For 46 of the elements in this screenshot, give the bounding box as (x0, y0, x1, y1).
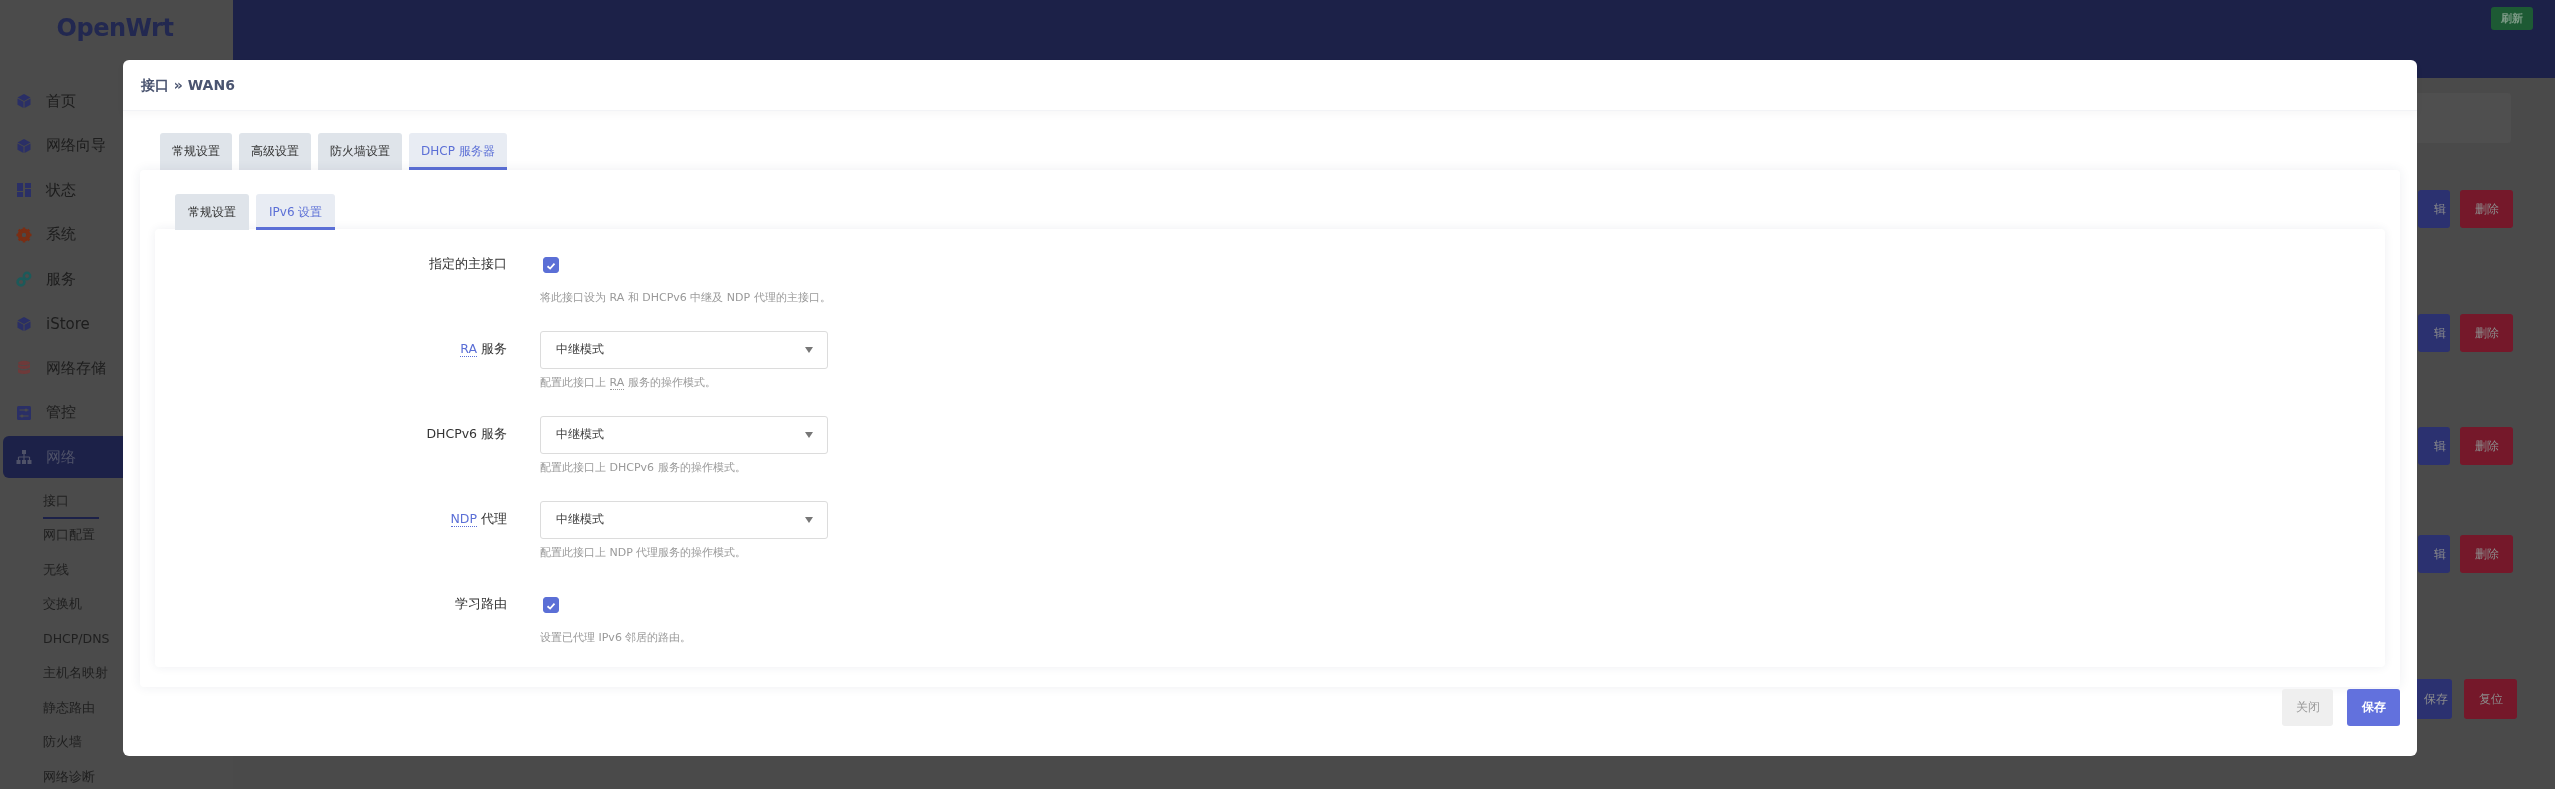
field-label: 指定的主接口 (428, 256, 507, 273)
cube-icon (16, 93, 32, 109)
cube-icon (16, 137, 32, 154)
help-text: 将此接口设为 RA 和 DHCPv6 中继及 NDP 代理的主接口。 (540, 289, 832, 306)
select-field[interactable]: 中继模式 (540, 500, 828, 539)
delete-button[interactable]: 删除 (2460, 314, 2513, 352)
database-icon (16, 360, 32, 376)
tab[interactable]: 防火墙设置 (318, 133, 402, 170)
caret-icon (805, 346, 813, 353)
sitemap-icon (16, 449, 32, 465)
dashboard-icon (16, 182, 32, 198)
close-button[interactable]: 关闭 (2282, 688, 2333, 726)
tab[interactable]: 常规设置 (160, 133, 232, 170)
edit-button[interactable]: 辑 (2418, 427, 2450, 465)
edit-button[interactable]: 辑 (2418, 535, 2450, 573)
gear-icon (16, 226, 32, 243)
field-label: DHCPv6 服务 (425, 426, 507, 443)
edit-button[interactable]: 辑 (2418, 314, 2450, 352)
modal-title: 接口 » WAN6 (123, 60, 2417, 111)
help-text: 配置此接口上 DHCPv6 服务的操作模式。 (540, 459, 747, 476)
delete-button[interactable]: 删除 (2460, 190, 2513, 228)
checkbox[interactable] (543, 256, 559, 273)
gears-icon (16, 271, 32, 287)
field-label: RA 服务 (459, 341, 507, 358)
checkbox[interactable] (543, 596, 559, 613)
sliders-icon (16, 404, 32, 421)
select-field[interactable]: 中继模式 (540, 415, 828, 454)
field-label: 学习路由 (454, 596, 507, 613)
edit-button[interactable]: 辑 (2418, 190, 2450, 228)
tab[interactable]: DHCP 服务器 (409, 133, 507, 170)
caret-icon (805, 431, 813, 438)
help-text: 配置此接口上 NDP 代理服务的操作模式。 (540, 544, 748, 561)
refresh-button[interactable]: 刷新 (2491, 7, 2533, 30)
select-field[interactable]: 中继模式 (540, 330, 828, 369)
tab[interactable]: 常规设置 (175, 194, 249, 230)
caret-icon (805, 516, 813, 523)
reset-button[interactable]: 复位 (2464, 679, 2517, 719)
tab[interactable]: IPv6 设置 (256, 194, 336, 230)
delete-button[interactable]: 删除 (2460, 427, 2513, 465)
field-label: NDP 代理 (449, 511, 507, 528)
help-text: 设置已代理 IPv6 邻居的路由。 (540, 629, 693, 646)
save-button[interactable]: 保存 (2347, 688, 2400, 726)
tab[interactable]: 高级设置 (239, 133, 311, 170)
help-text: 配置此接口上 RA 服务的操作模式。 (540, 374, 717, 391)
cube-icon (16, 315, 32, 332)
delete-button[interactable]: 删除 (2460, 535, 2513, 573)
